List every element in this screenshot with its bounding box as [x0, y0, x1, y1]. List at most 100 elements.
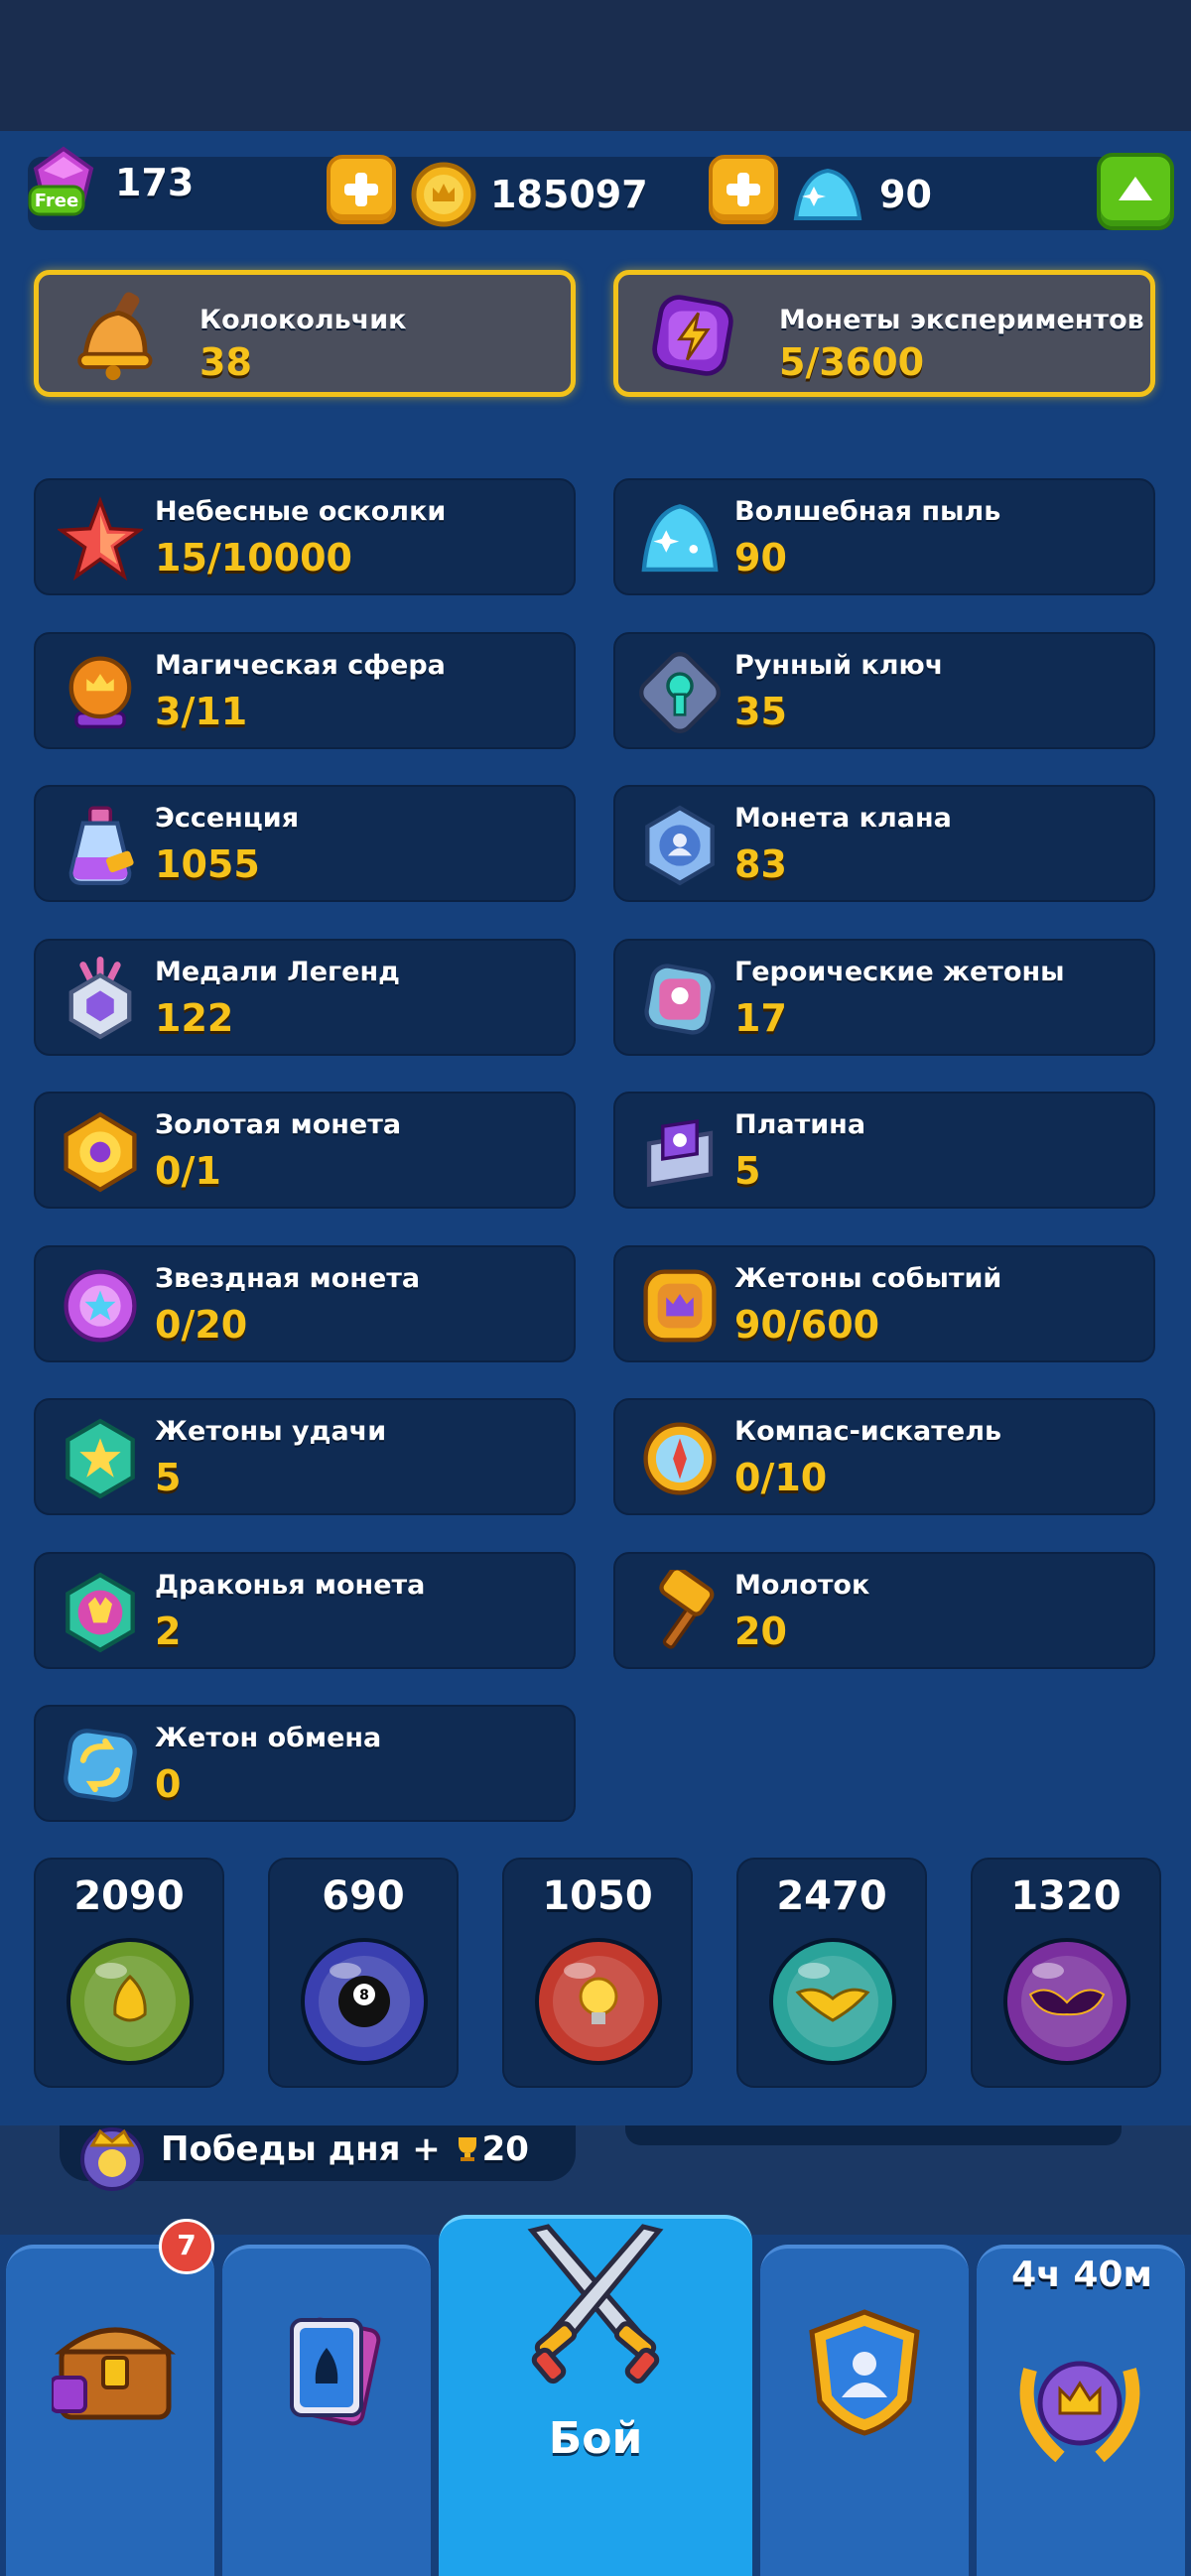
trophy-icon — [458, 2137, 476, 2161]
orb-card[interactable]: 1320 — [971, 1858, 1161, 2088]
orb-count: 2470 — [776, 1873, 887, 1919]
resource-value: 90/600 — [734, 1302, 880, 1347]
resource-value: 35 — [734, 689, 787, 733]
orb-count: 1050 — [542, 1873, 653, 1919]
resource-card[interactable]: Героические жетоны 17 — [613, 938, 1155, 1056]
resource-card[interactable]: Монеты экспериментов 5/3600 — [613, 270, 1155, 397]
resource-value: 15/10000 — [155, 536, 352, 580]
orb-count: 2090 — [73, 1873, 185, 1919]
resource-card[interactable]: Жетоны удачи 5 — [34, 1398, 576, 1515]
event-timer: 4ч 40м — [1011, 2254, 1152, 2295]
tab-clan[interactable] — [760, 2245, 969, 2576]
resource-card[interactable]: Драконья монета 2 — [34, 1551, 576, 1669]
resource-card[interactable]: Медали Легенд 122 — [34, 938, 576, 1056]
legend-medal-icon — [58, 956, 143, 1042]
resource-value: 17 — [734, 995, 787, 1040]
resource-value: 38 — [199, 340, 252, 384]
resource-card[interactable]: Звездная монета 0/20 — [34, 1244, 576, 1362]
resource-name: Компас-искатель — [734, 1416, 1002, 1447]
coin-icon — [411, 162, 476, 227]
compass-icon — [637, 1416, 723, 1501]
resource-card[interactable]: Эссенция 1055 — [34, 785, 576, 902]
resource-name: Магическая сфера — [155, 649, 446, 681]
resource-name: Жетоны событий — [734, 1262, 1002, 1294]
dust-value: 90 — [879, 173, 932, 216]
clan-shield-icon — [809, 2309, 920, 2436]
resource-card[interactable]: Компас-искатель 0/10 — [613, 1398, 1155, 1515]
buy-gems-button[interactable] — [327, 155, 396, 224]
resource-value: 0/10 — [734, 1456, 828, 1499]
star-coin-icon — [58, 1263, 143, 1349]
status-bar-area — [0, 0, 1191, 131]
resource-name: Волшебная пыль — [734, 496, 1001, 527]
resource-name: Колокольчик — [199, 305, 407, 335]
resource-value: 3/11 — [155, 689, 248, 733]
shop-notification-badge: 7 — [159, 2219, 214, 2274]
tab-cards[interactable] — [222, 2245, 431, 2576]
gems-value: 173 — [115, 161, 195, 204]
resource-card[interactable]: Колокольчик 38 — [34, 270, 576, 397]
gem-icon: Free — [28, 146, 94, 216]
nature-orb-icon — [66, 1938, 194, 2065]
fire-orb-icon — [535, 1938, 662, 2065]
bat-orb-icon — [1003, 1938, 1130, 2065]
buy-coins-button[interactable] — [709, 155, 778, 224]
resource-card[interactable]: Жетоны событий 90/600 — [613, 1244, 1155, 1362]
coins-value: 185097 — [490, 173, 648, 216]
resource-name: Жетоны удачи — [155, 1416, 387, 1447]
dust-counter: 90 — [792, 168, 932, 220]
resource-card[interactable]: Жетон обмена 0 — [34, 1705, 576, 1822]
orb-card[interactable]: 690 8 — [268, 1858, 459, 2088]
resource-card[interactable]: Платина 5 — [613, 1092, 1155, 1209]
eagle-orb-icon — [769, 1938, 896, 2065]
orb-card[interactable]: 2470 — [736, 1858, 927, 2088]
resource-value: 5 — [734, 1149, 761, 1193]
hammer-icon — [637, 1565, 723, 1655]
gems-counter: Free 173 — [26, 146, 195, 216]
luck-token-icon — [58, 1416, 143, 1501]
resource-value: 0/1 — [155, 1149, 221, 1193]
magic-dust-icon — [793, 168, 862, 220]
resource-value: 5/3600 — [779, 340, 925, 384]
orb-card[interactable]: 2090 — [34, 1858, 224, 2088]
resource-name: Монета клана — [734, 803, 952, 834]
rune-key-icon — [637, 650, 723, 735]
eightball-orb-icon: 8 — [301, 1938, 428, 2065]
chest-icon — [52, 2327, 177, 2420]
resource-name: Платина — [734, 1109, 866, 1140]
resource-value: 20 — [734, 1609, 787, 1653]
crossed-swords-icon — [527, 2224, 664, 2384]
tab-shop[interactable] — [6, 2245, 214, 2576]
resource-card[interactable]: Волшебная пыль 90 — [613, 478, 1155, 595]
chevron-up-icon — [1119, 177, 1152, 200]
heroic-token-icon — [637, 957, 723, 1042]
bell-icon — [66, 289, 160, 382]
expand-button[interactable] — [1097, 153, 1174, 230]
resource-name: Героические жетоны — [734, 956, 1065, 987]
resource-value: 122 — [155, 995, 234, 1040]
resource-name: Жетон обмена — [155, 1723, 382, 1753]
resource-card[interactable]: Золотая монета 0/1 — [34, 1092, 576, 1209]
resource-value: 0/20 — [155, 1302, 248, 1347]
resource-value: 1055 — [155, 842, 260, 886]
resource-name: Небесные осколки — [155, 496, 447, 527]
resource-name: Эссенция — [155, 803, 300, 834]
orb-count: 690 — [322, 1873, 405, 1919]
resource-card[interactable]: Монета клана 83 — [613, 785, 1155, 902]
magic-sphere-icon — [58, 650, 143, 735]
svg-text:8: 8 — [359, 1988, 369, 2003]
orb-card[interactable]: 1050 — [502, 1858, 693, 2088]
coins-counter: 185097 — [409, 162, 648, 227]
tab-battle[interactable]: Бой — [439, 2215, 752, 2576]
banner-placeholder — [625, 2125, 1122, 2145]
resource-card[interactable]: Рунный ключ 35 — [613, 631, 1155, 749]
magic-dust-icon — [637, 496, 723, 581]
free-badge: Free — [35, 191, 78, 211]
resource-card[interactable]: Магическая сфера 3/11 — [34, 631, 576, 749]
resource-card[interactable]: Небесные осколки 15/10000 — [34, 478, 576, 595]
clan-coin-icon — [637, 803, 723, 888]
resource-name: Рунный ключ — [734, 649, 944, 681]
gold-coin-icon — [58, 1109, 143, 1195]
essence-potion-icon — [58, 803, 143, 888]
resource-card[interactable]: Молоток 20 — [613, 1551, 1155, 1669]
